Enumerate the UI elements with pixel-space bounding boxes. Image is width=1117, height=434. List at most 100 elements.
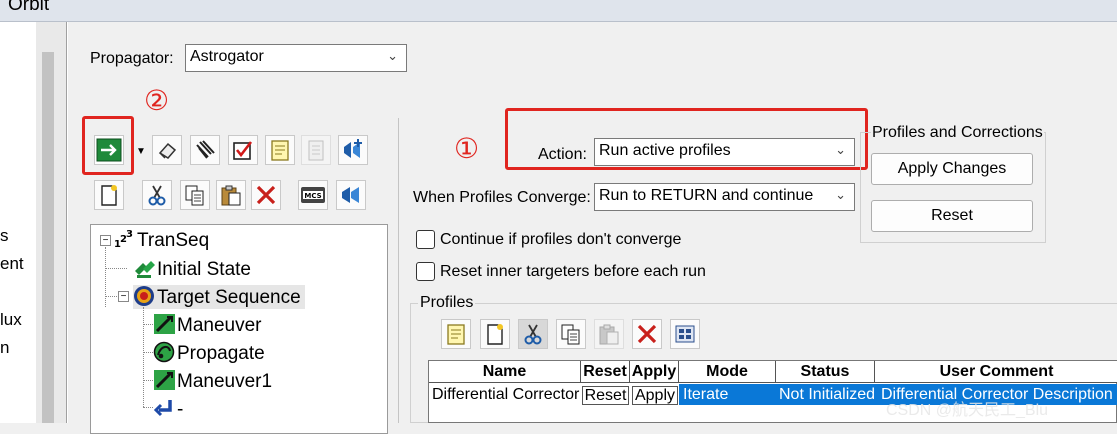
cut-icon <box>524 324 542 345</box>
tree-item-label: Initial State <box>157 259 251 280</box>
scroll-thumb[interactable] <box>42 52 54 423</box>
profile-properties-button[interactable] <box>670 319 700 349</box>
table-cell-mode[interactable]: Iterate <box>683 384 775 406</box>
insert-segment-icon <box>344 139 362 158</box>
tree-item-label: Maneuver <box>177 315 262 336</box>
watermark: CSDN @航天民工_Blu <box>886 402 1049 419</box>
left-fragment: n <box>0 338 10 357</box>
tree-item-maneuver[interactable]: Maneuver <box>153 313 262 337</box>
chevron-down-icon: ⌄ <box>387 48 398 63</box>
svg-text:MCS: MCS <box>304 192 321 200</box>
collapse-toggle[interactable]: − <box>118 291 129 302</box>
disabled-note-button[interactable] <box>301 135 331 165</box>
column-header-user-comment[interactable]: User Comment <box>875 361 1117 383</box>
chevron-down-icon: ⌄ <box>835 187 846 202</box>
column-header-reset[interactable]: Reset <box>581 361 630 383</box>
column-header-name[interactable]: Name <box>429 361 581 383</box>
new-button[interactable] <box>94 180 124 210</box>
column-header-apply[interactable]: Apply <box>630 361 679 383</box>
left-fragment: lux <box>0 310 22 329</box>
propagator-select[interactable]: Astrogator ⌄ <box>185 44 407 72</box>
tree-item-label: Propagate <box>177 343 265 364</box>
properties-icon <box>675 325 695 343</box>
tree-item-label: - <box>177 399 184 420</box>
tree-item-return[interactable]: - <box>153 397 183 421</box>
splitter[interactable] <box>398 118 399 423</box>
table-cell-name[interactable]: Differential Corrector <box>432 384 581 406</box>
notebook-button[interactable] <box>190 135 220 165</box>
checklist-button[interactable] <box>228 135 258 165</box>
tree-item-target-sequence[interactable]: Target Sequence <box>133 285 305 309</box>
sequence-button[interactable] <box>336 180 366 210</box>
target-icon <box>134 286 154 306</box>
note-button[interactable] <box>265 135 295 165</box>
row-reset-button[interactable]: Reset <box>582 386 629 405</box>
action-value: Run active profiles <box>599 142 731 159</box>
maneuver-icon <box>154 370 175 390</box>
collapse-toggle[interactable]: − <box>100 235 111 246</box>
table-cell-status[interactable]: Not Initialized <box>779 384 875 406</box>
insert-segment-button[interactable] <box>338 135 368 165</box>
column-header-mode[interactable]: Mode <box>679 361 776 383</box>
tree-item-maneuver1[interactable]: Maneuver1 <box>153 369 272 393</box>
tree-item-propagate[interactable]: Propagate <box>153 341 265 365</box>
cut-icon <box>148 185 166 206</box>
mcs-button[interactable]: MCS <box>298 180 328 210</box>
profile-cut-button[interactable] <box>518 319 548 349</box>
delete-icon <box>637 324 657 344</box>
action-select[interactable]: Run active profiles ⌄ <box>594 138 855 166</box>
copy-button[interactable] <box>180 180 210 210</box>
propagator-label: Propagator: <box>90 50 174 67</box>
column-header-status[interactable]: Status <box>776 361 875 383</box>
panel-divider[interactable] <box>66 22 68 423</box>
left-fragment: s <box>0 226 9 245</box>
apply-changes-button[interactable]: Apply Changes <box>871 153 1033 185</box>
annotation-marker-2: ② <box>144 85 170 116</box>
tree-item-initial-state[interactable]: Initial State <box>133 257 251 281</box>
action-label: Action: <box>538 146 587 163</box>
continue-checkbox-label: Continue if profiles don't converge <box>440 231 682 248</box>
paste-icon <box>221 185 241 206</box>
converge-select[interactable]: Run to RETURN and continue ⌄ <box>594 183 855 211</box>
tree-item-transeq[interactable]: 1 2 3 TranSeq <box>113 229 209 252</box>
dropdown-arrow-icon[interactable]: ▼ <box>136 146 146 157</box>
left-panel: s ent lux n <box>0 22 36 423</box>
notebook-icon <box>196 140 215 159</box>
note-icon <box>447 324 465 345</box>
mission-sequence-tree[interactable]: − 1 2 3 TranSeq Initial State − Target Sequ… <box>90 224 388 434</box>
cut-button[interactable] <box>142 180 172 210</box>
title-bar: Orbit <box>0 0 1117 22</box>
reset-inner-checkbox[interactable] <box>416 262 435 281</box>
profile-note-button[interactable] <box>441 319 471 349</box>
tree-item-label: Target Sequence <box>157 287 301 308</box>
profile-copy-button[interactable] <box>556 319 586 349</box>
reset-button[interactable]: Reset <box>871 200 1033 232</box>
sequence-numbers-icon: 123 <box>114 229 133 250</box>
delete-icon <box>256 185 276 205</box>
clear-icon <box>158 142 177 159</box>
reset-inner-checkbox-label: Reset inner targeters before each run <box>440 263 706 280</box>
profiles-corrections-title: Profiles and Corrections <box>871 124 1044 142</box>
return-icon <box>153 400 172 417</box>
converge-value: Run to RETURN and continue <box>599 187 814 204</box>
paste-button[interactable] <box>216 180 246 210</box>
delete-button[interactable] <box>251 180 281 210</box>
annotation-marker-1: ① <box>454 133 480 164</box>
run-button[interactable] <box>94 135 124 165</box>
svg-text:3: 3 <box>126 229 133 240</box>
profile-paste-button[interactable] <box>594 319 624 349</box>
new-icon <box>487 324 503 345</box>
continue-checkbox[interactable] <box>416 230 435 249</box>
row-apply-button[interactable]: Apply <box>632 386 678 405</box>
clear-button[interactable] <box>152 135 182 165</box>
converge-label: When Profiles Converge: <box>413 189 591 206</box>
profiles-title: Profiles <box>418 294 476 312</box>
profile-new-button[interactable] <box>480 319 510 349</box>
left-scrollbar[interactable] <box>36 22 66 423</box>
new-icon <box>101 185 117 206</box>
note-icon <box>271 140 289 161</box>
run-arrow-icon <box>96 138 122 162</box>
propagate-icon <box>153 341 175 363</box>
initial-state-icon <box>135 261 155 278</box>
profile-delete-button[interactable] <box>632 319 662 349</box>
